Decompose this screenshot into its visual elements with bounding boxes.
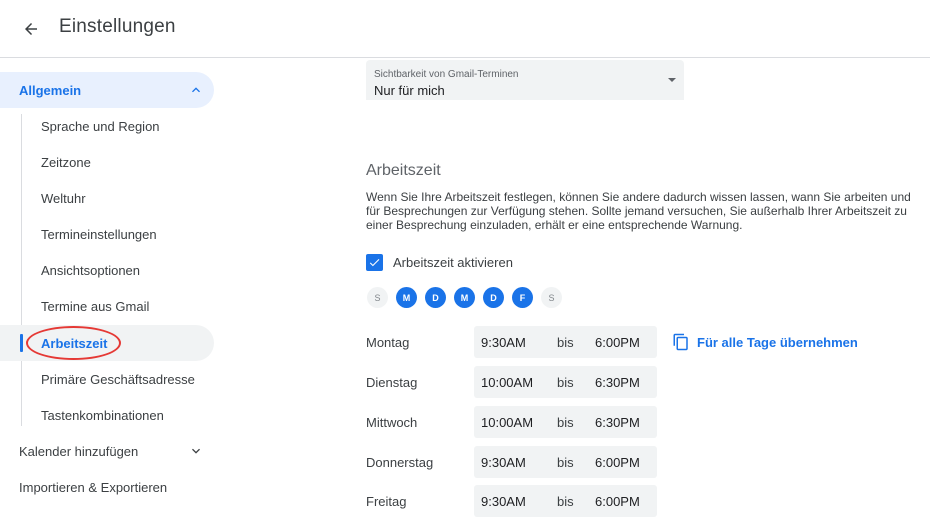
day-toggle-wednesday[interactable]: M [454, 287, 475, 308]
time-range: 10:00AM bis 6:30PM [474, 366, 657, 398]
end-time-field[interactable]: 6:30PM [595, 415, 640, 430]
sidebar-item-label: Termineinstellungen [41, 226, 157, 242]
sidebar-item-add-calendar[interactable]: Kalender hinzufügen [0, 433, 214, 469]
sidebar-item-label: Allgemein [19, 82, 82, 98]
start-time-field[interactable]: 9:30AM [481, 494, 526, 509]
sidebar-item-label: Ansichtsoptionen [41, 262, 141, 278]
check-icon [369, 258, 380, 266]
sidebar-item-import-export[interactable]: Importieren & Exportieren [0, 469, 214, 505]
end-time-field[interactable]: 6:30PM [595, 375, 640, 390]
page-title: Einstellungen [59, 16, 176, 37]
to-label: bis [557, 494, 574, 509]
hours-row-wednesday: Mittwoch 10:00AM bis 6:30PM [366, 406, 926, 438]
time-range: 9:30AM bis 6:00PM [474, 446, 657, 478]
sidebar-item-view-options[interactable]: Ansichtsoptionen [0, 252, 214, 288]
apply-to-all-days-button[interactable]: Für alle Tage übernehmen [672, 332, 858, 352]
checkbox-label: Arbeitszeit aktivieren [393, 254, 513, 270]
dropdown-arrow-icon [668, 78, 676, 82]
settings-content: Sichtbarkeit von Gmail-Terminen Nur für … [230, 58, 930, 531]
day-name: Donnerstag [366, 455, 434, 470]
copy-icon [673, 333, 688, 351]
hours-row-tuesday: Dienstag 10:00AM bis 6:30PM [366, 366, 926, 398]
gmail-visibility-select[interactable]: Sichtbarkeit von Gmail-Terminen Nur für … [366, 60, 684, 100]
sidebar-item-keyboard-shortcuts[interactable]: Tastenkombinationen [0, 397, 214, 433]
sidebar-item-label: Sprache und Region [41, 118, 160, 134]
day-name: Dienstag [366, 375, 418, 390]
section-description: Wenn Sie Ihre Arbeitszeit festlegen, kön… [366, 190, 911, 232]
sidebar-item-label: Tastenkombinationen [41, 407, 164, 423]
sidebar-item-gmail-events[interactable]: Termine aus Gmail [0, 288, 214, 324]
day-name: Montag [366, 335, 410, 350]
time-range: 9:30AM bis 6:00PM [474, 485, 657, 517]
highlight-annotation [26, 326, 121, 360]
enable-working-hours-checkbox[interactable] [366, 253, 383, 271]
sidebar-item-label: Weltuhr [41, 190, 86, 206]
day-toggle-friday[interactable]: F [512, 287, 533, 308]
to-label: bis [557, 335, 574, 350]
end-time-field[interactable]: 6:00PM [595, 335, 640, 350]
app-header: Einstellungen [0, 0, 930, 58]
start-time-field[interactable]: 9:30AM [481, 335, 526, 350]
end-time-field[interactable]: 6:00PM [595, 455, 640, 470]
chevron-down-icon [192, 448, 200, 454]
sidebar-item-label: Kalender hinzufügen [19, 443, 139, 459]
day-toggle-sunday[interactable]: S [367, 287, 388, 308]
hours-row-thursday: Donnerstag 9:30AM bis 6:00PM [366, 446, 926, 478]
start-time-field[interactable]: 10:00AM [481, 375, 533, 390]
hours-row-monday: Montag 9:30AM bis 6:00PM Für alle Tage ü… [366, 326, 926, 358]
arrow-back-icon [25, 23, 37, 35]
to-label: bis [557, 375, 574, 390]
day-toggle-monday[interactable]: M [396, 287, 417, 308]
section-title: Arbeitszeit [366, 162, 441, 179]
sidebar-item-label: Zeitzone [41, 154, 91, 170]
active-indicator [20, 334, 23, 352]
start-time-field[interactable]: 10:00AM [481, 415, 533, 430]
day-name: Mittwoch [366, 415, 418, 430]
day-toggle-tuesday[interactable]: D [425, 287, 446, 308]
apply-to-all-label: Für alle Tage übernehmen [697, 334, 858, 350]
sidebar-item-primary-address[interactable]: Primäre Geschäftsadresse [0, 361, 214, 397]
day-name: Freitag [366, 494, 407, 509]
start-time-field[interactable]: 9:30AM [481, 455, 526, 470]
to-label: bis [557, 455, 574, 470]
day-toggle-saturday[interactable]: S [541, 287, 562, 308]
settings-sidebar: Allgemein Sprache und Region Zeitzone We… [0, 58, 230, 531]
back-button[interactable] [18, 16, 44, 42]
time-range: 10:00AM bis 6:30PM [474, 406, 657, 438]
hours-row-friday: Freitag 9:30AM bis 6:00PM [366, 485, 926, 517]
sidebar-item-timezone[interactable]: Zeitzone [0, 144, 214, 180]
sidebar-item-label: Importieren & Exportieren [19, 479, 168, 495]
time-range: 9:30AM bis 6:00PM [474, 326, 657, 358]
sidebar-item-label: Primäre Geschäftsadresse [41, 371, 195, 387]
weekday-selector: S M D M D F S [367, 287, 570, 308]
select-label: Sichtbarkeit von Gmail-Terminen [374, 69, 519, 80]
sidebar-item-general[interactable]: Allgemein [0, 72, 214, 108]
day-toggle-thursday[interactable]: D [483, 287, 504, 308]
sidebar-item-world-clock[interactable]: Weltuhr [0, 180, 214, 216]
enable-working-hours-row: Arbeitszeit aktivieren [366, 253, 513, 271]
sidebar-item-language-region[interactable]: Sprache und Region [0, 108, 214, 144]
select-value: Nur für mich [374, 83, 445, 98]
end-time-field[interactable]: 6:00PM [595, 494, 640, 509]
sidebar-item-label: Termine aus Gmail [41, 298, 150, 314]
sidebar-item-event-settings[interactable]: Termineinstellungen [0, 216, 214, 252]
to-label: bis [557, 415, 574, 430]
chevron-up-icon [192, 87, 200, 93]
